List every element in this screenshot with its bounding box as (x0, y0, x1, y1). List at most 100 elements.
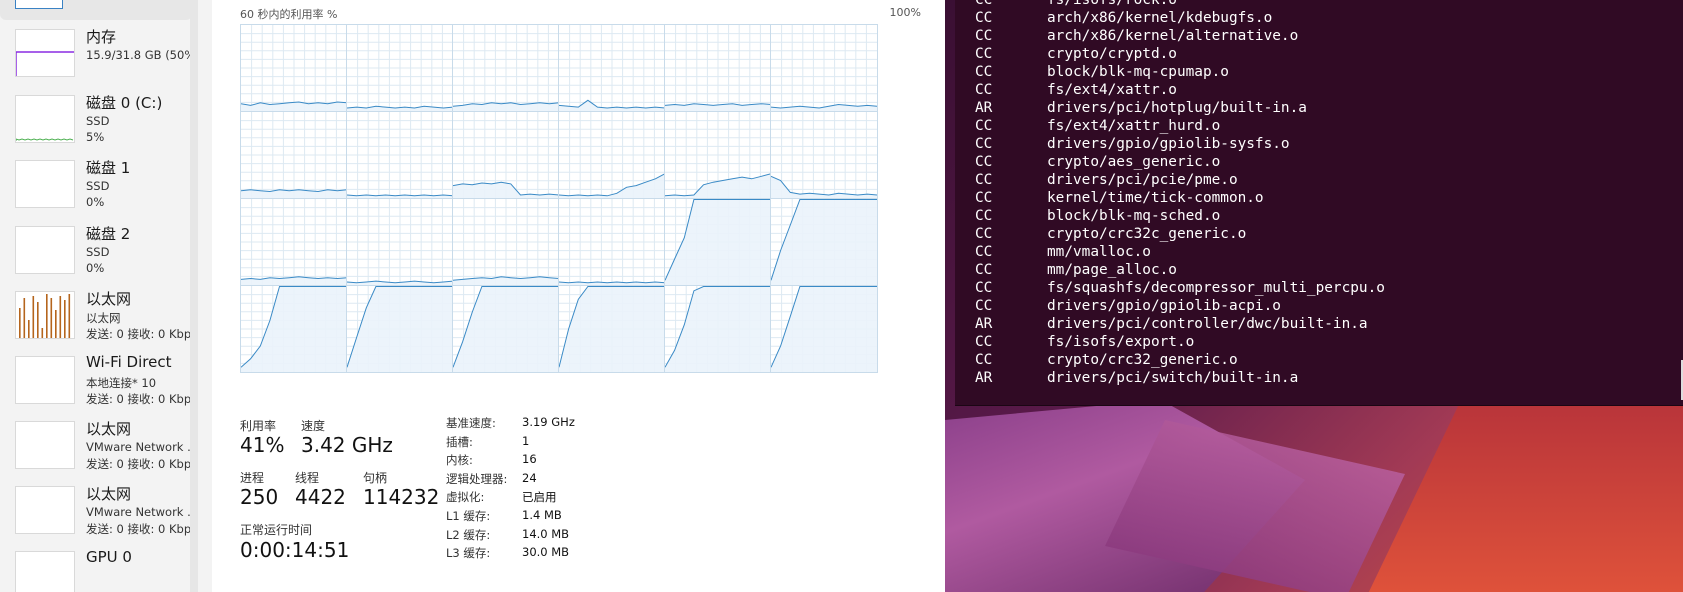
sidebar-item-title: 以太网 (86, 290, 132, 308)
terminal-window[interactable]: CC fs/isofs/rock.o CC arch/x86/kernel/kdebu… (955, 0, 1683, 406)
uptime-value: 0:00:14:51 (240, 538, 350, 562)
threads-value: 4422 (295, 485, 346, 509)
core-graph (452, 285, 560, 373)
sidebar-item-thumbnail (15, 486, 75, 534)
performance-sidebar: 内存 15.9/31.8 GB (50%) 磁盘 0 (C:) SSD 5% 磁盘 1 SS… (0, 0, 198, 592)
sidebar-item[interactable]: 内存 15.9/31.8 GB (50%) (0, 26, 198, 92)
ethernet-bar (55, 310, 57, 338)
ethernet-bar (41, 328, 44, 338)
build-step: AR (975, 370, 993, 386)
handles-value: 114232 (363, 485, 440, 509)
build-step: CC (975, 28, 993, 44)
build-step: CC (975, 46, 993, 62)
core-usage-line (347, 194, 453, 197)
core-usage-area (453, 276, 559, 285)
build-step: CC (975, 334, 993, 350)
build-target: fs/ext4/xattr.o (1047, 82, 1177, 98)
ethernet-bar (32, 296, 35, 338)
sidebar-item-title: GPU 0 (86, 548, 132, 566)
build-target: mm/vmalloc.o (1047, 244, 1151, 260)
core-graph (558, 285, 666, 373)
sidebar-item[interactable]: 磁盘 0 (C:) SSD 5% (0, 92, 192, 158)
build-step: CC (975, 82, 993, 98)
cpu-info-key: 逻辑处理器: (446, 471, 508, 486)
ethernet-bar (64, 300, 66, 338)
sidebar-item-sub2: 0% (86, 261, 105, 275)
sidebar-item-thumbnail (15, 95, 75, 143)
core-graph (452, 198, 560, 286)
core-graph (558, 111, 666, 199)
core-usage-area (241, 189, 347, 198)
sidebar-item-title: 以太网 (86, 420, 132, 438)
ethernet-bar (19, 308, 21, 338)
handles-label: 句柄 (363, 471, 388, 485)
sidebar-item-cpu[interactable] (0, 0, 192, 20)
build-target: block/blk-mq-sched.o (1047, 208, 1221, 224)
cpu-detail-pane: 60 秒内的利用率 % 100% 利用率 41% 速度 3.42 GHz 进程 … (212, 0, 945, 592)
build-target: crypto/crc32_generic.o (1047, 352, 1238, 368)
build-step: CC (975, 262, 993, 278)
utilization-value: 41% (240, 433, 285, 457)
build-target: drivers/pci/pcie/pme.o (1047, 172, 1238, 188)
speed-value: 3.42 GHz (301, 433, 393, 457)
build-step: CC (975, 0, 993, 8)
sidebar-item-sub1: SSD (86, 114, 110, 128)
cpu-info-key: L3 缓存: (446, 546, 491, 561)
sidebar-item-thumbnail (15, 551, 75, 592)
sidebar-item-sub2: 0% (86, 195, 105, 209)
sidebar-scrollbar[interactable] (190, 0, 198, 592)
sidebar-item[interactable]: GPU 0 (0, 548, 192, 592)
core-graph (664, 111, 772, 199)
cpu-info-value: 1 (522, 433, 530, 448)
core-usage-area (771, 286, 877, 372)
build-step: CC (975, 298, 993, 314)
sidebar-item[interactable]: 以太网 以太网 发送: 0 接收: 0 Kbp (0, 288, 192, 354)
sidebar-item-thumbnail (15, 356, 75, 404)
sidebar-item[interactable]: 磁盘 2 SSD 0% (0, 223, 192, 289)
sidebar-item-title: 内存 (86, 28, 117, 46)
sidebar-item-title: 磁盘 2 (86, 225, 131, 243)
core-graph (664, 198, 772, 286)
build-step: CC (975, 64, 993, 80)
build-target: arch/x86/kernel/alternative.o (1047, 28, 1299, 44)
ethernet-bar (59, 296, 62, 338)
sidebar-item-thumbnail (15, 226, 75, 274)
sidebar-item-sub1: VMware Network ... (86, 440, 198, 454)
core-usage-area (559, 286, 665, 372)
core-usage-area (453, 286, 559, 372)
graph-axis-label: 60 秒内的利用率 % (240, 8, 338, 21)
core-graph (346, 24, 454, 112)
build-step: CC (975, 352, 993, 368)
sidebar-item[interactable]: 以太网 VMware Network ... 发送: 0 接收: 0 Kbp (0, 418, 198, 484)
build-target: fs/ext4/xattr_hurd.o (1047, 118, 1221, 134)
build-target: drivers/pci/controller/dwc/built-in.a (1047, 316, 1368, 332)
sidebar-item[interactable]: 以太网 VMware Network ... 发送: 0 接收: 0 Kbp (0, 483, 198, 549)
core-graph (558, 24, 666, 112)
processes-value: 250 (240, 485, 279, 509)
build-step: AR (975, 316, 993, 332)
utilization-label: 利用率 (240, 419, 277, 433)
build-target: kernel/time/tick-common.o (1047, 190, 1264, 206)
graph-axis-max: 100% (889, 6, 921, 19)
sidebar-item[interactable]: 磁盘 1 SSD 0% (0, 157, 192, 223)
core-graph (240, 111, 348, 199)
sidebar-item-sub2: 发送: 0 接收: 0 Kbp (86, 392, 192, 406)
cpu-info-key: 插槽: (446, 434, 473, 449)
ethernet-bar (46, 294, 48, 338)
build-step: CC (975, 118, 993, 134)
build-target: fs/squashfs/decompressor_multi_percpu.o (1047, 280, 1385, 296)
core-usage-line (559, 281, 665, 284)
sidebar-item-title: Wi-Fi Direct (86, 353, 172, 371)
cpu-info-value: 24 (522, 470, 537, 485)
build-step: CC (975, 280, 993, 296)
build-target: mm/page_alloc.o (1047, 262, 1177, 278)
sidebar-item-sub1: VMware Network ... (86, 505, 198, 519)
cpu-info-value: 1.4 MB (522, 508, 562, 522)
sidebar-item-title: 磁盘 1 (86, 159, 131, 177)
sidebar-item[interactable]: Wi-Fi Direct 本地连接* 10 发送: 0 接收: 0 Kbp (0, 353, 192, 419)
core-graph (770, 111, 878, 199)
build-target: fs/isofs/export.o (1047, 334, 1195, 350)
core-graph (452, 111, 560, 199)
core-graph (240, 285, 348, 373)
core-graph (346, 111, 454, 199)
